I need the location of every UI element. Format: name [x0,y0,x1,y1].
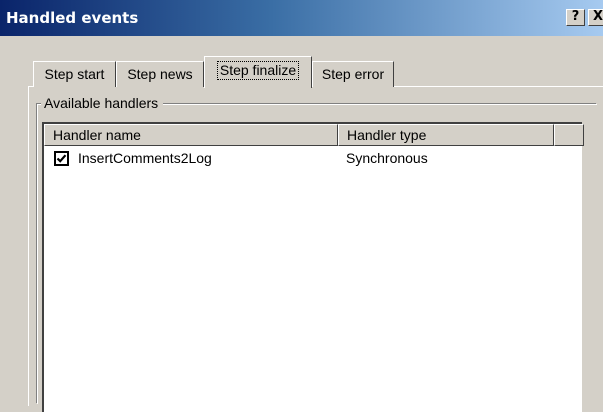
handler-name-cell: InsertComments2Log [78,150,212,166]
handler-enabled-checkbox[interactable] [54,151,69,166]
tab-step-news-label: Step news [127,66,193,82]
tab-step-finalize[interactable]: Step finalize [204,56,312,88]
window-title: Handled events [6,9,139,27]
handler-type-cell: Synchronous [346,150,428,166]
column-header-handler-type[interactable]: Handler type [338,124,554,146]
tab-step-start-label: Step start [44,66,105,82]
tab-step-finalize-label: Step finalize [216,61,300,80]
close-button[interactable]: X [588,9,603,26]
check-icon [56,154,67,163]
tab-step-start[interactable]: Step start [33,61,116,87]
title-bar: Handled events ? X [0,0,603,36]
help-button[interactable]: ? [566,9,585,26]
groupbox-label: Available handlers [41,95,164,111]
column-header-handler-name[interactable]: Handler name [44,124,338,146]
list-item[interactable]: InsertComments2Log Synchronous [44,148,580,168]
column-header-filler [554,124,584,146]
tab-step-error[interactable]: Step error [312,61,394,87]
tab-step-news[interactable]: Step news [116,61,204,87]
handlers-list[interactable]: Handler name Handler type InsertComments… [42,122,584,412]
tab-step-error-label: Step error [321,66,385,82]
